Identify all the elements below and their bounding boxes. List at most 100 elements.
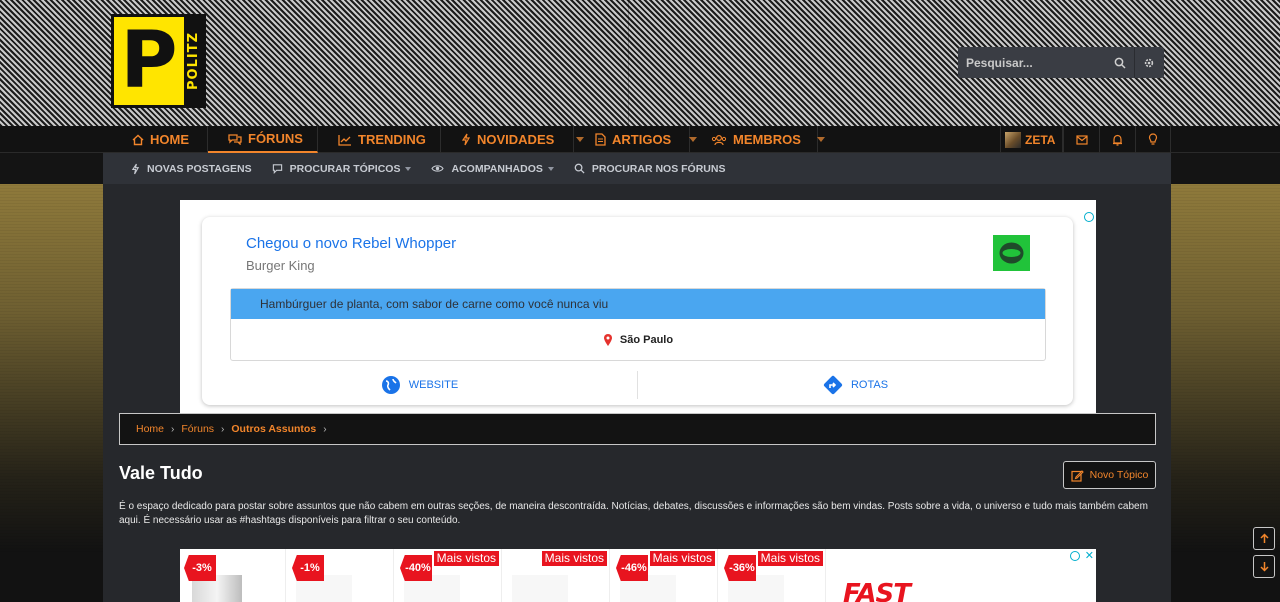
avatar xyxy=(1005,131,1021,148)
nav-home-label: Home xyxy=(150,132,189,147)
ad-product-2[interactable]: -1% xyxy=(288,549,394,602)
burger-king-logo xyxy=(993,235,1030,271)
comments-icon xyxy=(228,133,242,145)
ad-description[interactable]: Hambúrguer de planta, com sabor de carne… xyxy=(231,289,1045,319)
subnav-watched-caret-icon[interactable] xyxy=(547,166,554,171)
ad-location-label: São Paulo xyxy=(619,333,674,346)
breadcrumb-separator-icon: › xyxy=(221,423,225,435)
new-topic-button[interactable]: Novo Tópico xyxy=(1063,461,1156,489)
nav-trending-label: Trending xyxy=(358,132,426,147)
sub-nav: Novas postagens Procurar tópicos Acompan… xyxy=(103,153,1171,184)
subnav-find-threads-label: Procurar tópicos xyxy=(289,162,401,175)
most-viewed-badge: Mais vistos xyxy=(541,551,607,566)
bolt-icon xyxy=(461,133,471,146)
subnav-search-forums-label: Procurar nos fóruns xyxy=(591,162,726,175)
subnav-new-posts-label: Novas postagens xyxy=(147,162,252,175)
nav-news[interactable]: Novidades xyxy=(441,126,585,153)
ad-product-4[interactable]: Mais vistos xyxy=(504,549,610,602)
ad-title[interactable]: Chegou o novo Rebel Whopper xyxy=(246,235,456,252)
eye-icon xyxy=(431,165,445,172)
background-right xyxy=(1171,184,1280,552)
nav-articles[interactable]: Artigos xyxy=(574,126,698,153)
advertisement-bottom: -3% -1% -40% Mais vistos Mais vistos -46… xyxy=(180,549,1096,602)
user-menu[interactable]: ZETA xyxy=(1000,126,1063,153)
subnav-search-forums[interactable]: Procurar nos fóruns xyxy=(574,162,726,175)
nav-news-label: Novidades xyxy=(477,132,555,147)
bell-icon xyxy=(1113,134,1122,146)
discount-badge: -36% xyxy=(724,555,756,581)
search-button[interactable] xyxy=(1106,47,1134,78)
search-icon xyxy=(574,163,585,174)
ad-directions-button[interactable]: Rotas xyxy=(638,371,1073,399)
breadcrumb-outros-assuntos[interactable]: Outros Assuntos xyxy=(231,423,316,435)
advertisement-top: Chegou o novo Rebel Whopper Burger King … xyxy=(180,200,1096,413)
chart-line-icon xyxy=(338,134,351,146)
ad-product-3[interactable]: -40% Mais vistos xyxy=(396,549,502,602)
alerts-button[interactable] xyxy=(1099,126,1135,153)
ad-website-button[interactable]: Website xyxy=(202,371,638,399)
directions-icon xyxy=(823,375,843,395)
discount-badge: -46% xyxy=(616,555,648,581)
gear-icon xyxy=(1144,58,1153,67)
nav-home[interactable]: Home xyxy=(111,126,208,153)
forum-description: É o espaço dedicado para postar sobre as… xyxy=(119,501,1148,526)
subnav-find-threads[interactable]: Procurar tópicos xyxy=(272,163,412,175)
map-pin-icon xyxy=(603,333,612,346)
close-icon[interactable]: ✕ xyxy=(1085,549,1094,562)
users-icon xyxy=(711,134,727,145)
ad-location[interactable]: São Paulo xyxy=(231,319,1045,360)
page-title: Vale Tudo xyxy=(119,463,203,483)
ad-product-5[interactable]: -46% Mais vistos xyxy=(612,549,718,602)
subnav-watched[interactable]: Acompanhados xyxy=(431,162,554,175)
most-viewed-badge: Mais vistos xyxy=(433,551,499,566)
logo-letter: P xyxy=(120,16,178,106)
ad-product-1[interactable]: -3% xyxy=(180,549,286,602)
discount-badge: -40% xyxy=(400,555,432,581)
search-settings-button[interactable] xyxy=(1134,47,1162,78)
arrow-up-icon xyxy=(1259,533,1269,543)
breadcrumb-forums[interactable]: Fóruns xyxy=(181,423,214,435)
fast-shop-logo[interactable]: FAST xyxy=(843,579,911,602)
inbox-button[interactable] xyxy=(1063,126,1099,153)
ad-website-label: Website xyxy=(408,379,459,391)
tips-button[interactable] xyxy=(1135,126,1171,153)
nav-members[interactable]: Membros xyxy=(690,126,825,153)
arrow-down-icon xyxy=(1259,562,1269,572)
globe-icon xyxy=(381,376,400,394)
scroll-bottom-button[interactable] xyxy=(1253,555,1275,578)
ad-product-6[interactable]: -36% Mais vistos xyxy=(720,549,826,602)
logo-side-text: POLITZ xyxy=(186,32,201,90)
ad-actions: Website Rotas xyxy=(202,371,1073,399)
nav-forums[interactable]: Fóruns xyxy=(208,126,318,153)
breadcrumb-separator-icon: › xyxy=(171,423,175,435)
ad-card[interactable]: Chegou o novo Rebel Whopper Burger King … xyxy=(202,217,1073,405)
burger-logo-icon xyxy=(999,242,1024,264)
nav-articles-label: Artigos xyxy=(612,132,672,147)
ad-directions-label: Rotas xyxy=(850,379,889,391)
nav-trending[interactable]: Trending xyxy=(318,126,441,153)
subnav-new-posts[interactable]: Novas postagens xyxy=(131,163,252,175)
search-icon xyxy=(1114,57,1126,69)
nav-forums-label: Fóruns xyxy=(248,131,303,146)
search-input[interactable] xyxy=(958,47,1106,78)
breadcrumb-home[interactable]: Home xyxy=(136,423,164,435)
ad-info-icon[interactable] xyxy=(1070,551,1080,561)
scroll-top-button[interactable] xyxy=(1253,527,1275,550)
bolt-icon xyxy=(131,163,140,174)
main-nav: Home Fóruns Trending Novidades Artigos M… xyxy=(0,126,1280,153)
breadcrumb-separator-icon: › xyxy=(323,423,327,435)
discount-badge: -3% xyxy=(184,555,216,581)
breadcrumb: Home › Fóruns › Outros Assuntos › xyxy=(119,413,1156,445)
nav-members-caret-icon[interactable] xyxy=(816,137,825,142)
search-box xyxy=(958,47,1164,78)
logo-side-band: POLITZ xyxy=(184,17,203,105)
ad-info-box: Hambúrguer de planta, com sabor de carne… xyxy=(230,288,1046,361)
site-logo[interactable]: P POLITZ xyxy=(111,14,206,108)
subnav-find-threads-caret-icon[interactable] xyxy=(405,166,412,171)
envelope-icon xyxy=(1075,134,1088,145)
discount-badge: -1% xyxy=(292,555,324,581)
ad-info-icon[interactable] xyxy=(1084,212,1094,222)
document-icon xyxy=(595,133,606,146)
subnav-watched-label: Acompanhados xyxy=(451,162,543,175)
comment-icon xyxy=(272,164,282,174)
